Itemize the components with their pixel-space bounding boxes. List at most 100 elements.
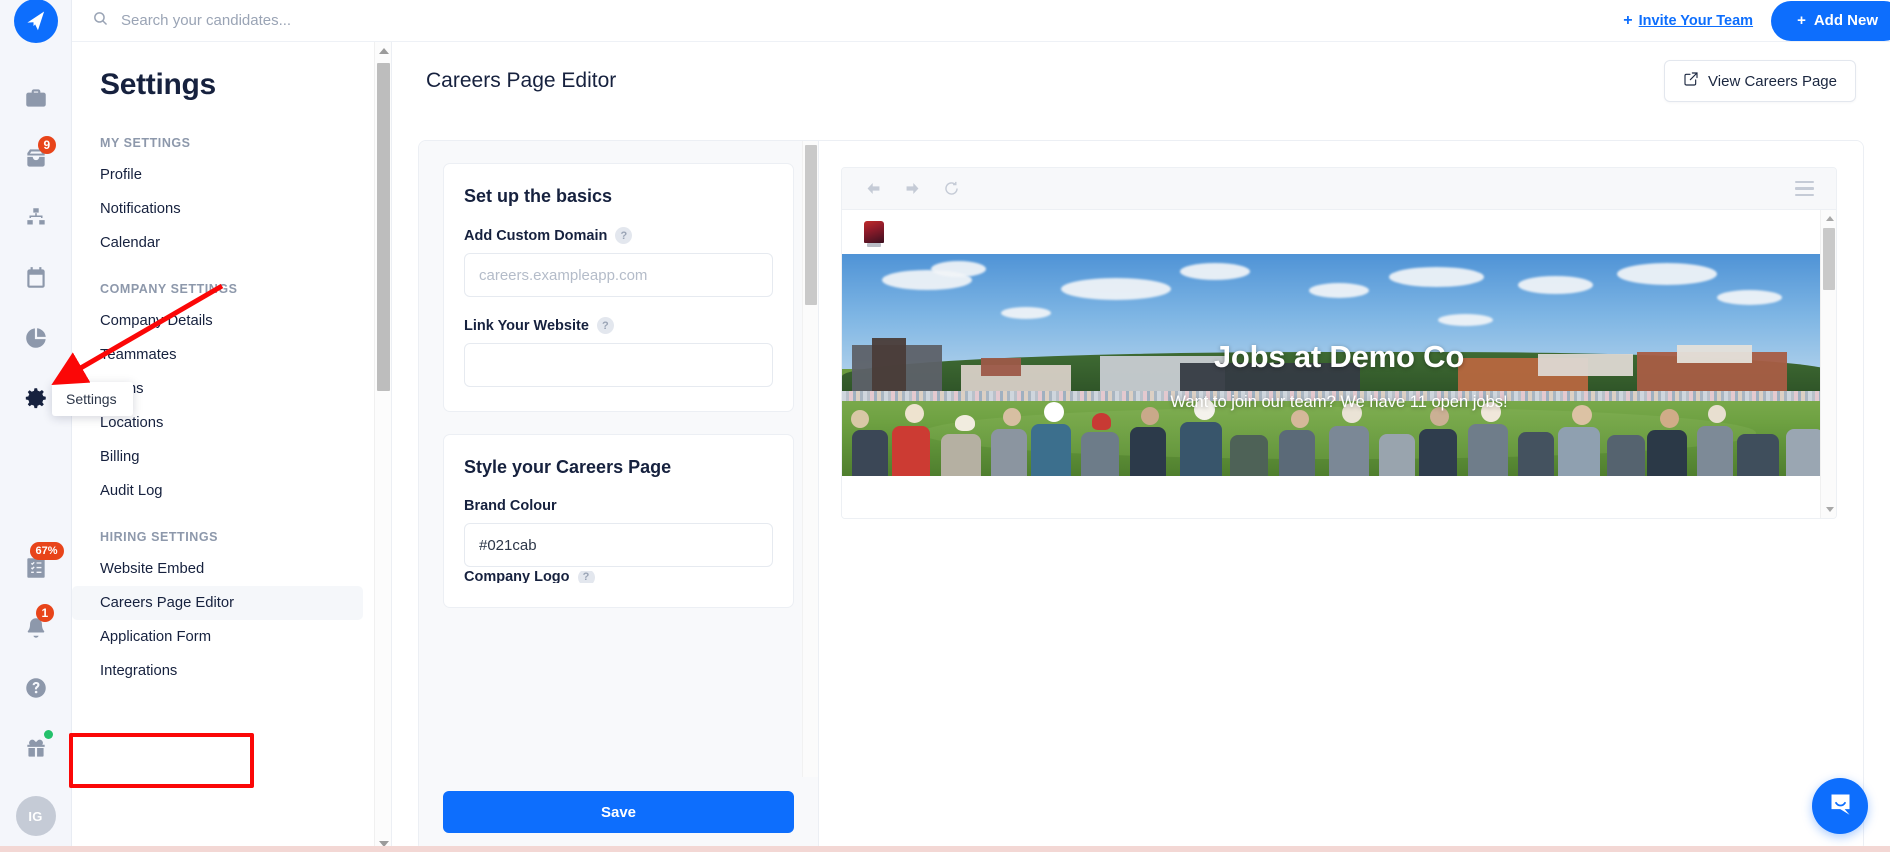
- preview-browser-body: Jobs at Demo Co Want to join our team? W…: [842, 210, 1836, 518]
- spectator: [1517, 432, 1554, 476]
- spectator: [1607, 435, 1646, 476]
- arrow-right-icon[interactable]: [903, 179, 922, 198]
- sidebar-item-billing[interactable]: Billing: [72, 440, 363, 474]
- rocket-logo-icon: [13, 0, 58, 43]
- rail-item-calendar[interactable]: [0, 250, 72, 310]
- scroll-up-arrow-icon[interactable]: [1821, 210, 1836, 227]
- scrollbar-thumb[interactable]: [1823, 228, 1835, 290]
- spectator: [1736, 433, 1779, 476]
- spectator: [1786, 428, 1825, 476]
- hero-cloud: [1716, 289, 1782, 305]
- external-link-icon: [1683, 71, 1699, 91]
- hero-heading: Jobs at Demo Co: [1213, 338, 1465, 374]
- editor-form-column: Set up the basics Add Custom Domain ? Li…: [419, 141, 819, 851]
- settings-sidebar-scrollbar[interactable]: [374, 42, 391, 852]
- preview-scrollbar[interactable]: [1820, 210, 1836, 518]
- spectator: [1329, 425, 1370, 476]
- rail-item-jobs[interactable]: [0, 70, 72, 130]
- rail-item-reports[interactable]: [0, 310, 72, 370]
- top-bar: + Invite Your Team + Add New: [72, 0, 1890, 42]
- settings-sidebar: Settings MY SETTINGS Profile Notificatio…: [72, 42, 392, 852]
- hamburger-menu-icon[interactable]: [1795, 180, 1814, 197]
- sidebar-item-integrations[interactable]: Integrations: [72, 654, 363, 688]
- preview-hero-banner: Jobs at Demo Co Want to join our team? W…: [842, 254, 1836, 476]
- spectator: [1080, 432, 1119, 476]
- sidebar-item-application-form[interactable]: Application Form: [72, 620, 363, 654]
- editor-preview-column: Jobs at Demo Co Want to join our team? W…: [819, 141, 1863, 851]
- spectator: [1130, 427, 1167, 476]
- spectator: [1030, 424, 1071, 476]
- reload-icon[interactable]: [942, 179, 961, 198]
- field-label-text: Add Custom Domain: [464, 227, 608, 244]
- help-icon[interactable]: ?: [615, 227, 633, 244]
- sidebar-item-careers-page-editor[interactable]: Careers Page Editor: [72, 586, 363, 620]
- invite-your-team-link[interactable]: + Invite Your Team: [1623, 12, 1753, 30]
- sidebar-item-profile[interactable]: Profile: [72, 158, 363, 192]
- gift-new-dot: [43, 730, 53, 739]
- sidebar-item-audit-log[interactable]: Audit Log: [72, 474, 363, 508]
- add-custom-domain-label: Add Custom Domain ?: [464, 227, 773, 244]
- help-icon[interactable]: ?: [577, 571, 595, 583]
- spectator-cap: [1092, 412, 1112, 430]
- custom-domain-input[interactable]: [464, 253, 773, 297]
- website-url-input[interactable]: [464, 343, 773, 387]
- sidebar-item-notifications[interactable]: Notifications: [72, 192, 363, 226]
- briefcase-icon: [23, 85, 49, 116]
- app-logo[interactable]: [0, 0, 72, 46]
- hero-cloud: [1179, 262, 1250, 280]
- form-scrollbar[interactable]: [802, 141, 818, 777]
- save-button[interactable]: Save: [443, 791, 794, 833]
- invite-label: Invite Your Team: [1638, 12, 1754, 29]
- scrollbar-thumb[interactable]: [377, 63, 390, 391]
- help-icon[interactable]: ?: [596, 317, 614, 334]
- company-logo-label-partial: Company Logo ?: [464, 571, 773, 583]
- notifications-badge: 1: [35, 604, 55, 622]
- sidebar-item-website-embed[interactable]: Website Embed: [72, 552, 363, 586]
- view-careers-page-button[interactable]: View Careers Page: [1664, 60, 1856, 102]
- sidebar-item-company-details[interactable]: Company Details: [72, 304, 363, 338]
- spectator: [891, 425, 930, 476]
- settings-group-label: COMPANY SETTINGS: [100, 282, 238, 296]
- spectator: [1179, 422, 1222, 476]
- content-area: Careers Page Editor View Careers Page Se…: [392, 42, 1890, 852]
- spectator-hat: [955, 415, 976, 432]
- spectator: [1557, 427, 1600, 476]
- plus-icon: +: [1623, 11, 1633, 29]
- hero-cloud: [931, 260, 987, 277]
- rail-item-profile-avatar[interactable]: IG: [0, 780, 72, 852]
- tasks-progress-badge: 67%: [29, 542, 64, 560]
- settings-sidebar-inner: Settings MY SETTINGS Profile Notificatio…: [72, 42, 391, 688]
- add-new-button[interactable]: + Add New: [1771, 0, 1890, 41]
- left-icon-rail: 9 67% 1 IG: [0, 0, 72, 852]
- rail-item-tasks[interactable]: 67%: [0, 540, 72, 600]
- scrollbar-thumb[interactable]: [805, 145, 817, 305]
- brand-colour-input[interactable]: [464, 523, 773, 567]
- intercom-chat-button[interactable]: [1812, 778, 1868, 834]
- rail-item-gifts[interactable]: [0, 720, 72, 780]
- scroll-down-arrow-icon[interactable]: [1821, 501, 1836, 518]
- content-header: Careers Page Editor View Careers Page: [392, 42, 1890, 120]
- rail-item-notifications[interactable]: 1: [0, 600, 72, 660]
- rail-item-inbox[interactable]: 9: [0, 130, 72, 190]
- inbox-badge: 9: [37, 136, 57, 154]
- hero-cloud: [1617, 262, 1718, 285]
- scroll-up-arrow-icon[interactable]: [375, 42, 391, 59]
- add-new-label: Add New: [1813, 12, 1878, 29]
- plus-icon: +: [1797, 12, 1806, 29]
- sidebar-item-teammates[interactable]: Teammates: [72, 338, 363, 372]
- arrow-left-icon[interactable]: [864, 179, 883, 198]
- sidebar-item-calendar[interactable]: Calendar: [72, 226, 363, 260]
- hero-cloud: [1438, 313, 1494, 326]
- preview-site-header: [842, 210, 1836, 254]
- spectator-head: [1660, 409, 1680, 429]
- gift-icon: [23, 735, 49, 766]
- search-input[interactable]: [121, 12, 541, 29]
- spectator: [941, 433, 982, 476]
- rail-item-help[interactable]: [0, 660, 72, 720]
- rail-item-pipeline[interactable]: [0, 190, 72, 250]
- field-label-text: Company Logo: [464, 571, 570, 583]
- card-heading: Style your Careers Page: [464, 457, 672, 477]
- spectator: [991, 428, 1028, 476]
- calendar-icon: [23, 265, 49, 296]
- spectator: [1647, 430, 1688, 476]
